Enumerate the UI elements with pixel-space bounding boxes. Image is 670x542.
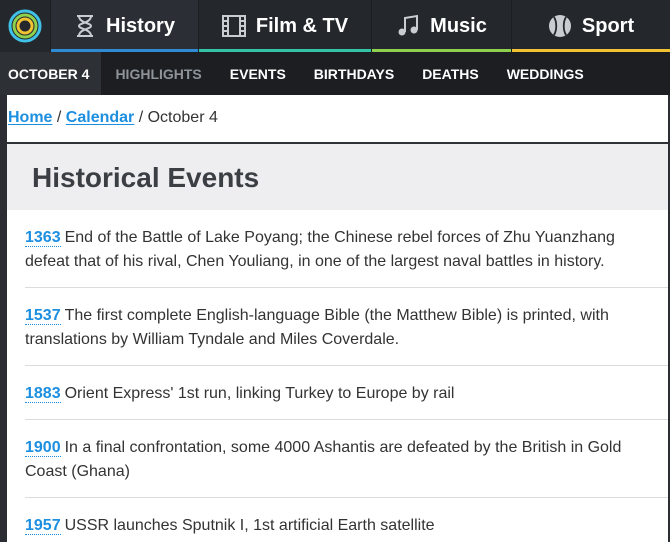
breadcrumb-separator: / [134,109,148,126]
breadcrumb-calendar-link[interactable]: Calendar [66,109,134,126]
sub-navigation: OCTOBER 4 HIGHLIGHTS EVENTS BIRTHDAYS DE… [0,52,670,95]
breadcrumb-separator: / [52,109,66,126]
tab-label: Film & TV [255,14,349,37]
tab-history[interactable]: History [50,0,198,52]
tab-label: History [106,14,175,37]
list-item: 1537 The first complete English-language … [25,288,668,366]
tab-sport[interactable]: Sport [511,0,670,52]
top-navigation: History Film & TV Music Sport [0,0,670,52]
event-text: In a final confrontation, some 4000 Asha… [25,439,622,480]
subnav-item-events[interactable]: EVENTS [216,52,300,95]
subnav-item-birthdays[interactable]: BIRTHDAYS [300,52,408,95]
list-item: 1957 USSR launches Sputnik I, 1st artific… [25,498,668,542]
date-label: OCTOBER 4 [0,52,102,95]
event-year-link[interactable]: 1900 [25,439,61,457]
breadcrumb-current: October 4 [147,109,218,126]
breadcrumb-home-link[interactable]: Home [8,109,52,126]
event-text: The first complete English-language Bibl… [25,307,609,348]
film-icon [221,15,246,37]
site-logo-icon[interactable] [0,0,50,52]
event-year-link[interactable]: 1363 [25,229,61,247]
event-year-link[interactable]: 1537 [25,307,61,325]
breadcrumb: Home / Calendar / October 4 [8,109,218,127]
list-item: 1900 In a final confrontation, some 4000 … [25,420,668,498]
event-year-link[interactable]: 1957 [25,517,61,535]
event-text: End of the Battle of Lake Poyang; the Ch… [25,229,615,270]
music-note-icon [396,14,420,38]
tab-label: Sport [581,14,635,37]
subnav-item-weddings[interactable]: WEDDINGS [493,52,598,95]
subnav-item-highlights[interactable]: HIGHLIGHTS [101,52,215,95]
subnav-item-deaths[interactable]: DEATHS [408,52,493,95]
tab-label: Music [430,14,487,37]
section-header: Historical Events [7,142,668,210]
baseball-icon [548,14,572,38]
tab-music[interactable]: Music [371,0,511,52]
page-title: Historical Events [32,162,260,193]
event-year-link[interactable]: 1883 [25,385,61,403]
hourglass-icon [74,14,96,38]
list-item: 1883 Orient Express' 1st run, linking Tur… [25,366,668,420]
main-content: Home / Calendar / October 4 Historical E… [0,95,670,542]
event-text: USSR launches Sputnik I, 1st artificial … [64,517,435,534]
event-text: Orient Express' 1st run, linking Turkey … [64,385,455,402]
events-list: 1363 End of the Battle of Lake Poyang; th… [7,210,668,542]
tab-film-tv[interactable]: Film & TV [198,0,371,52]
list-item: 1363 End of the Battle of Lake Poyang; th… [25,210,668,288]
